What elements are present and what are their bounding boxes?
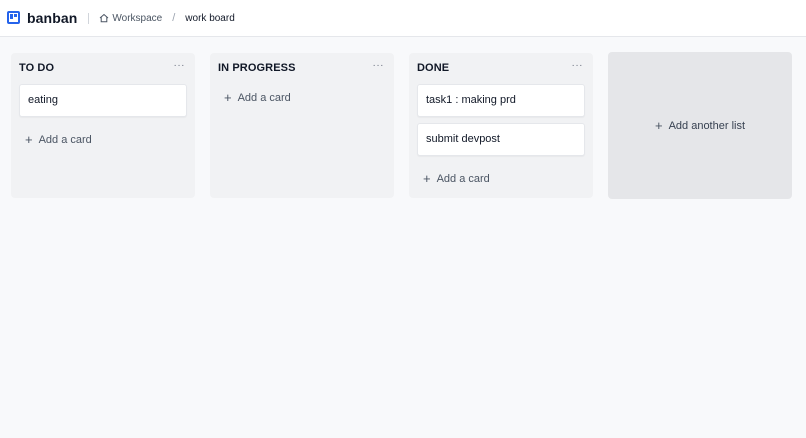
list-menu-icon[interactable]: ··· (373, 60, 385, 71)
list-todo: TO DO ··· eating + Add a card (11, 53, 195, 198)
brand-logo[interactable]: banban (27, 10, 77, 26)
breadcrumb-workspace[interactable]: Workspace (112, 13, 162, 24)
add-card-label: Add a card (237, 91, 291, 104)
top-bar: banban Workspace / work board (0, 0, 806, 37)
plus-icon: + (654, 118, 663, 133)
list-title[interactable]: DONE (417, 62, 449, 74)
plus-icon: + (423, 171, 431, 186)
list-title[interactable]: TO DO (19, 62, 54, 74)
list-in-progress: IN PROGRESS ··· + Add a card (210, 53, 394, 198)
breadcrumb-separator: / (172, 12, 176, 24)
header-divider (88, 12, 90, 24)
list-menu-icon[interactable]: ··· (572, 60, 584, 71)
breadcrumb-board[interactable]: work board (185, 13, 234, 24)
plus-icon: + (224, 90, 232, 105)
board-icon (7, 10, 20, 24)
add-card-button[interactable]: + Add a card (423, 172, 490, 185)
list-title[interactable]: IN PROGRESS (218, 62, 296, 74)
add-card-button[interactable]: + Add a card (224, 91, 291, 104)
add-card-label: Add a card (436, 172, 490, 185)
add-list-button[interactable]: + Add another list (608, 52, 792, 199)
card[interactable]: task1 : making prd (417, 84, 585, 117)
list-done: DONE ··· task1 : making prd submit devpo… (409, 53, 593, 198)
card[interactable]: eating (19, 84, 187, 117)
breadcrumb: Workspace / work board (99, 12, 235, 24)
card[interactable]: submit devpost (417, 123, 585, 156)
add-card-button[interactable]: + Add a card (25, 133, 92, 146)
add-card-label: Add a card (38, 133, 92, 146)
add-list-label: Add another list (668, 119, 746, 132)
plus-icon: + (25, 132, 33, 147)
list-menu-icon[interactable]: ··· (174, 60, 186, 71)
home-icon (100, 13, 109, 23)
